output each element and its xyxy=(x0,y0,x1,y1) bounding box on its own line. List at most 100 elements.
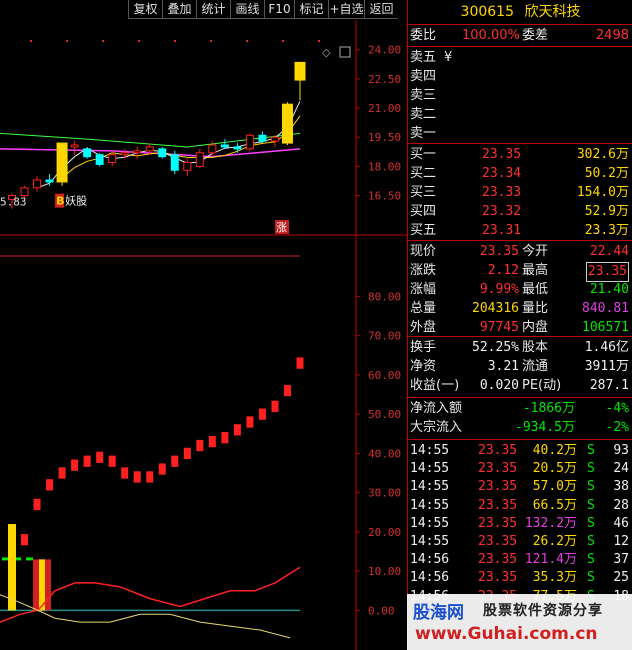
watermark-logo-text: 股海网 xyxy=(413,603,464,623)
tick-row[interactable]: 14:55 23.35 66.5万 S 28 xyxy=(408,497,632,515)
divider xyxy=(408,439,632,440)
candle-body xyxy=(195,152,204,167)
tick-side: S xyxy=(587,443,595,458)
divider xyxy=(408,46,632,47)
toolbar-button-6[interactable]: +自选 xyxy=(328,0,364,19)
quote-value: 23.35 xyxy=(585,262,629,282)
toolbar-button-3[interactable]: 画线 xyxy=(230,0,264,19)
quote-label: 最低 xyxy=(522,282,549,297)
buy-level-label: 买二 xyxy=(410,166,437,181)
quote-label: 内盘 xyxy=(522,320,549,335)
toolbar-button-0[interactable]: 复权 xyxy=(128,0,162,19)
buy-level-row[interactable]: 买一 23.35 302.6万 xyxy=(408,146,632,164)
toolbar-button-5[interactable]: 标记 xyxy=(294,0,328,19)
tick-count: 24 xyxy=(613,461,629,477)
sell-level-price: ¥ xyxy=(444,50,453,65)
tick-row[interactable]: 14:55 23.35 26.2万 S 12 xyxy=(408,533,632,551)
toolbar-button-1[interactable]: 叠加 xyxy=(162,0,196,19)
signal-block-red xyxy=(45,559,51,611)
quote-value: 21.40 xyxy=(589,282,629,297)
indicator-bar xyxy=(271,400,279,412)
tick-side: S xyxy=(587,479,595,495)
candle-body xyxy=(258,134,267,142)
grid-dot xyxy=(282,40,284,42)
tick-price: 23.35 xyxy=(478,479,518,495)
tick-time: 14:55 xyxy=(410,515,450,531)
divider xyxy=(408,240,632,241)
kline-chart[interactable]: 24.00 22.50 21.00 19.50 18.00 16.50 80.00 70.00… xyxy=(0,20,407,650)
tick-side: S xyxy=(587,534,595,549)
indicator-bar xyxy=(208,435,216,448)
buy-level-row[interactable]: 买二 23.34 50.2万 xyxy=(408,165,632,183)
candle-body xyxy=(108,154,117,164)
tick-volume: 26.2万 xyxy=(532,534,577,549)
buy-level-row[interactable]: 买三 23.33 154.0万 xyxy=(408,184,632,202)
indicator-tick-label: 30.00 xyxy=(368,487,401,500)
price-tick-label: 21.00 xyxy=(368,102,401,115)
tick-time: 14:55 xyxy=(410,443,450,458)
quote-row: 涨幅 9.99% 最低 21.40 xyxy=(408,281,632,299)
candle-body xyxy=(220,144,229,148)
toolbar-button-7[interactable]: 返回 xyxy=(364,0,398,19)
tick-side: S xyxy=(587,552,595,568)
fundamental-row: 换手 52.25% 股本 1.46亿 xyxy=(408,339,632,357)
wei-bi-label: 委比 xyxy=(410,28,437,43)
fundamental-label: 换手 xyxy=(410,340,437,355)
divider xyxy=(408,143,632,144)
indicator-bar xyxy=(171,455,179,467)
tick-row[interactable]: 14:56 23.35 121.4万 S 37 xyxy=(408,551,632,569)
toolbar-button-2[interactable]: 统计 xyxy=(196,0,230,19)
tick-volume: 57.0万 xyxy=(532,479,577,495)
candle-body xyxy=(70,144,79,148)
candle-body xyxy=(83,148,92,158)
tick-row[interactable]: 14:55 23.35 40.2万 S 93 xyxy=(408,442,632,460)
buy-level-volume: 154.0万 xyxy=(576,185,629,200)
candle-body xyxy=(133,150,142,154)
tick-price: 23.35 xyxy=(478,570,518,586)
toolbar-button-4[interactable]: F10 xyxy=(264,0,294,19)
sell-level-row[interactable]: 卖二 xyxy=(408,106,632,124)
indicator-bar xyxy=(133,471,141,483)
candle-body xyxy=(245,134,254,150)
price-tick-label: 18.00 xyxy=(368,160,401,173)
kline-chart-area[interactable]: 24.00 22.50 21.00 19.50 18.00 16.50 80.00 70.00… xyxy=(0,20,407,650)
watermark-slogan: 股票软件资源分享 xyxy=(483,603,603,619)
quote-label: 总量 xyxy=(410,301,437,316)
sell-level-row[interactable]: 卖五 ¥ xyxy=(408,49,632,67)
tick-count: 46 xyxy=(613,515,629,531)
money-flow-value: -1866万 xyxy=(522,401,575,416)
sell-level-row[interactable]: 卖四 xyxy=(408,68,632,86)
tick-time: 14:55 xyxy=(410,479,450,495)
tick-side: S xyxy=(587,461,595,477)
tick-volume: 40.2万 xyxy=(532,443,577,458)
indicator-bar xyxy=(146,471,154,483)
quote-row: 总量 204316 量比 840.81 xyxy=(408,300,632,318)
sell-level-row[interactable]: 卖一 xyxy=(408,125,632,143)
buy-marker-letter: B xyxy=(56,195,64,208)
candle-body xyxy=(45,179,54,183)
quote-value: 97745 xyxy=(479,320,519,335)
indicator-tick-label: 60.00 xyxy=(368,369,401,382)
grid-dot xyxy=(318,40,320,42)
price-tick-label: 24.00 xyxy=(368,44,401,57)
tick-row[interactable]: 14:55 23.35 132.2万 S 46 xyxy=(408,515,632,533)
tick-row[interactable]: 14:55 23.35 20.5万 S 24 xyxy=(408,460,632,478)
indicator-tick-label: 0.00 xyxy=(368,604,395,617)
tick-volume: 66.5万 xyxy=(532,497,577,513)
buy-level-row[interactable]: 买四 23.32 52.9万 xyxy=(408,203,632,221)
money-flow-value: -934.5万 xyxy=(515,420,575,435)
grid-dot xyxy=(102,40,104,42)
buy-level-row[interactable]: 买五 23.31 23.3万 xyxy=(408,222,632,240)
tick-row[interactable]: 14:56 23.35 35.3万 S 25 xyxy=(408,569,632,587)
indicator-bar xyxy=(83,455,91,467)
candle-body xyxy=(233,146,242,150)
sell-level-row[interactable]: 卖三 xyxy=(408,87,632,105)
indicator-bar xyxy=(196,439,204,452)
grid-dot xyxy=(138,40,140,42)
tick-price: 23.35 xyxy=(478,461,518,477)
indicator-bar xyxy=(233,424,241,436)
tick-row[interactable]: 14:55 23.35 57.0万 S 38 xyxy=(408,478,632,496)
tick-side: S xyxy=(587,497,595,513)
indicator-tick-label: 40.00 xyxy=(368,447,401,460)
buy-level-volume: 52.9万 xyxy=(584,204,629,219)
